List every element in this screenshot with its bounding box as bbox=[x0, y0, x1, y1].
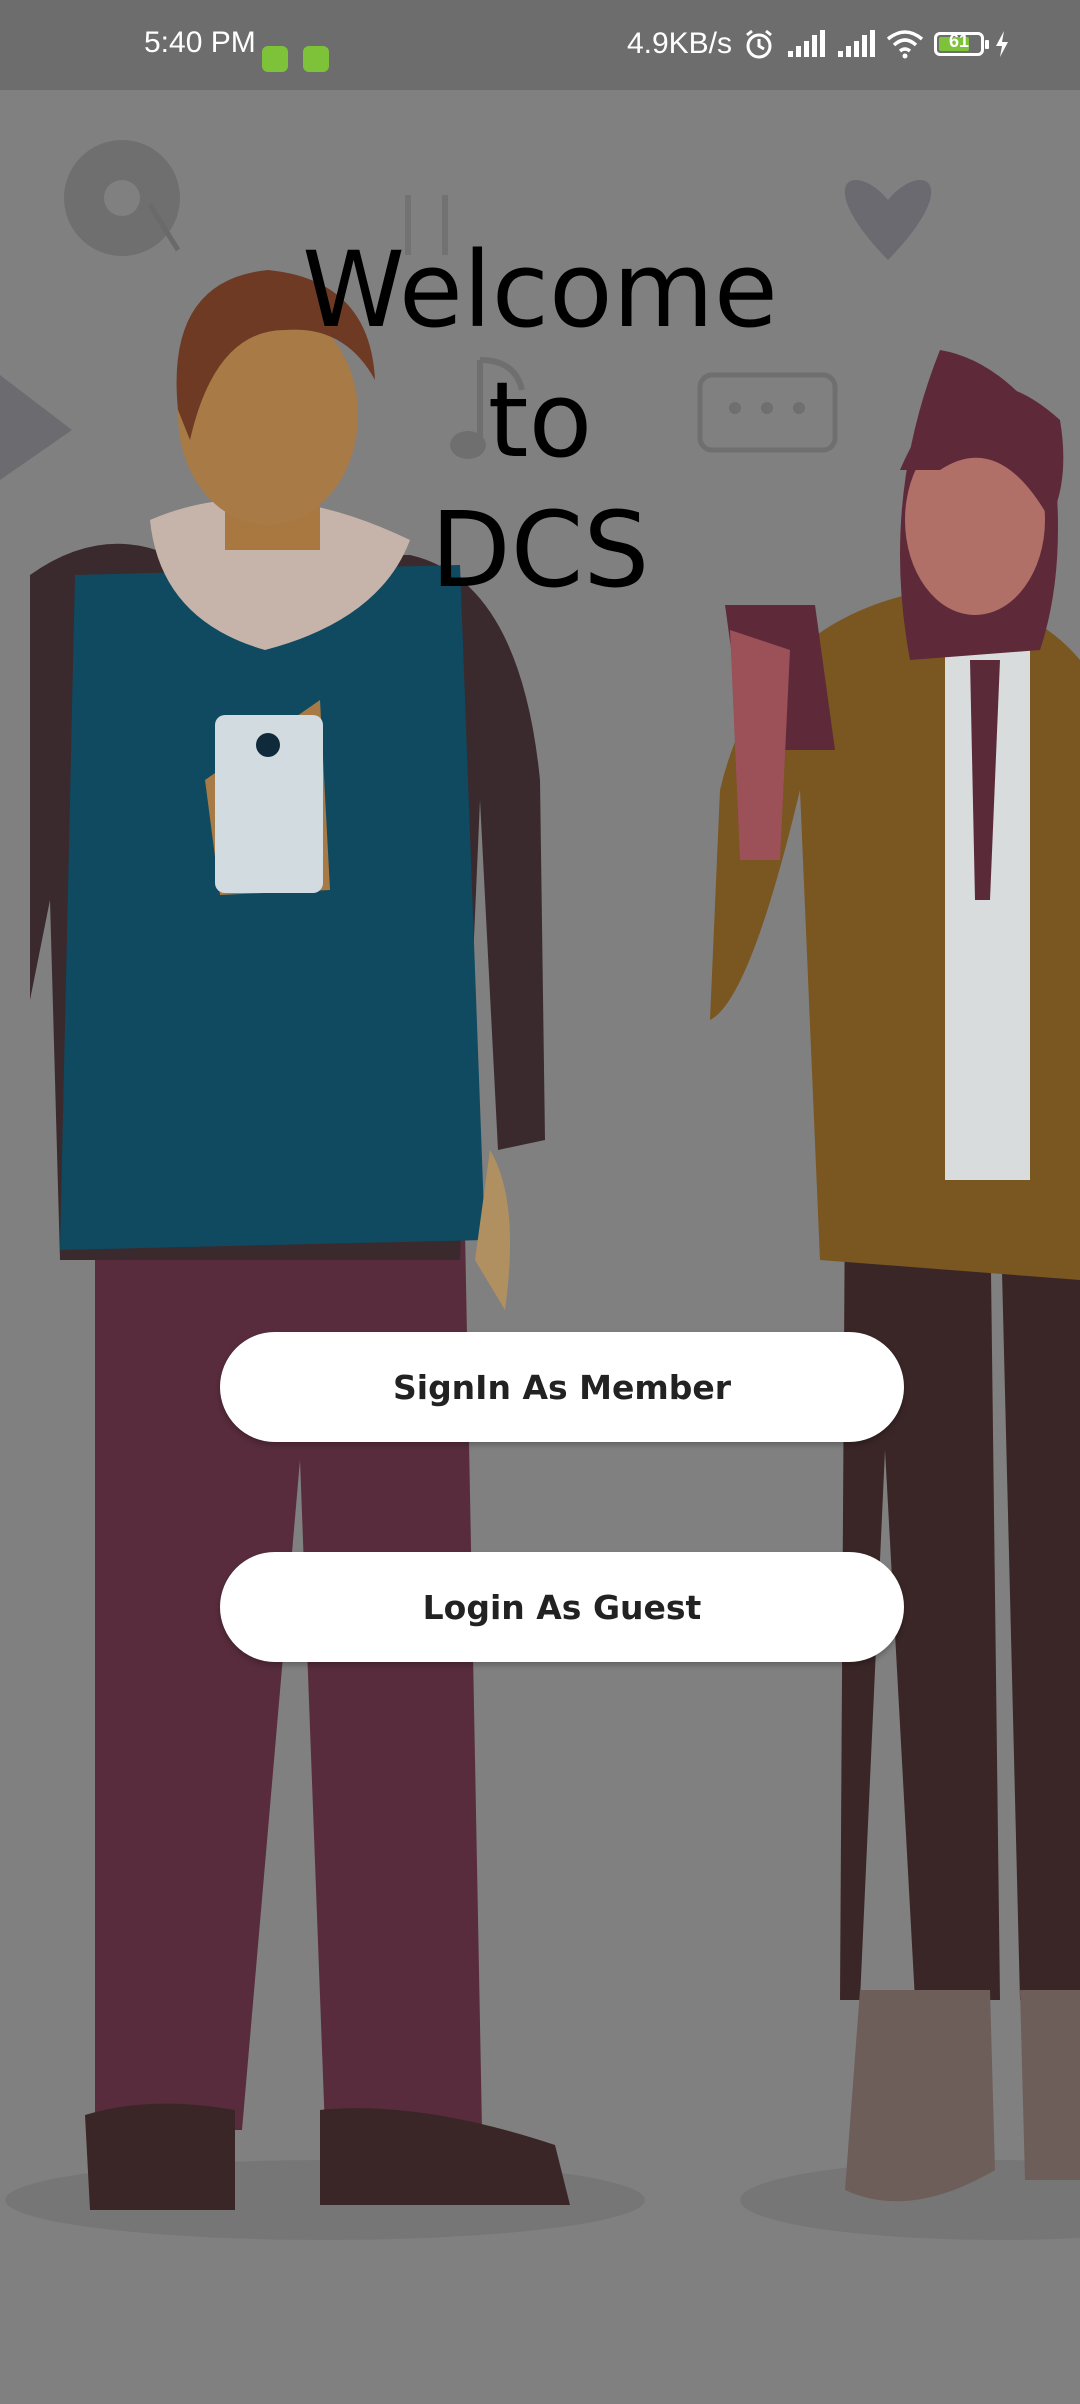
network-speed: 4.9KB/s bbox=[626, 27, 732, 60]
welcome-line-3: DCS bbox=[430, 489, 650, 611]
illustration-background: Welcome to DCS SignIn As Member Login As… bbox=[0, 90, 1080, 2400]
welcome-title: Welcome to DCS bbox=[0, 225, 1080, 615]
battery-level: 61 bbox=[948, 31, 970, 51]
welcome-line-1: Welcome bbox=[302, 229, 778, 351]
wifi-icon bbox=[886, 30, 924, 59]
welcome-line-2: to bbox=[487, 359, 593, 481]
alarm-icon bbox=[746, 29, 772, 59]
signal-icon bbox=[788, 30, 825, 57]
status-time: 5:40 PM bbox=[144, 26, 256, 59]
charging-icon bbox=[996, 31, 1008, 57]
app-notification-icon bbox=[262, 46, 288, 72]
login-as-guest-button[interactable]: Login As Guest bbox=[220, 1552, 904, 1662]
signal-icon bbox=[838, 30, 875, 57]
signin-as-member-button[interactable]: SignIn As Member bbox=[220, 1332, 904, 1442]
status-right-group: 4.9KB/s 61 bbox=[627, 20, 1010, 68]
status-bar: 5:40 PM 4.9KB/s 61 bbox=[0, 0, 1080, 90]
battery-icon: 61 bbox=[934, 31, 989, 56]
app-notification-icon bbox=[303, 46, 329, 72]
